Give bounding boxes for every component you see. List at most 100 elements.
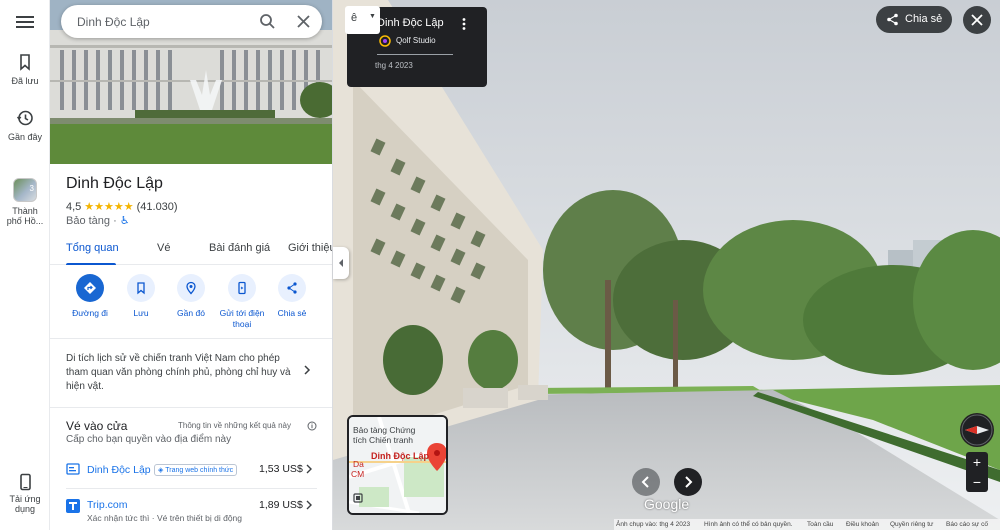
rail-item-label: Đã lưu xyxy=(11,76,39,86)
city-thumbnail: 3 xyxy=(13,178,37,202)
phone-icon xyxy=(20,473,31,491)
category-separator: · xyxy=(113,215,117,227)
publisher-icon xyxy=(379,35,391,47)
place-description[interactable]: Di tích lịch sử về chiến tranh Việt Nam … xyxy=(66,352,294,394)
directions-button-circle xyxy=(76,274,104,302)
ticket-subtitle: Xác nhận tức thì · Vé trên thiết bị di đ… xyxy=(87,513,243,523)
divider xyxy=(66,488,317,489)
save-button[interactable]: Lưu xyxy=(113,274,169,319)
map-label: tích Chiến tranh xyxy=(353,435,414,445)
footer-link-report[interactable]: Báo cáo sự cố xyxy=(946,521,988,528)
directions-label: Đường đi xyxy=(72,308,108,318)
copyright-text: Hình ảnh có thể có bản quyền. xyxy=(704,521,793,528)
ticket-row[interactable]: Dinh Độc Lập ◈ Trang web chính thức 1,53… xyxy=(50,456,332,486)
next-photo-button[interactable] xyxy=(674,468,702,496)
more-vert-icon[interactable] xyxy=(459,17,469,31)
review-count[interactable]: (41.030) xyxy=(137,201,178,213)
chevron-left-icon xyxy=(339,259,343,267)
tab-tickets[interactable]: Vé xyxy=(157,242,170,254)
category-label[interactable]: Bảo tàng xyxy=(66,215,110,227)
divider xyxy=(50,407,332,408)
tab-indicator xyxy=(66,263,116,265)
capture-date: thg 4 2023 xyxy=(375,61,413,70)
collapse-panel-button[interactable] xyxy=(333,247,349,279)
chevron-right-icon[interactable] xyxy=(302,364,312,376)
place-title: Dinh Độc Lập xyxy=(66,175,163,192)
rail-item-label: dụng xyxy=(14,504,36,514)
tickets-info-link[interactable]: Thông tin về những kết quả này xyxy=(178,421,291,430)
nearby-button-circle xyxy=(177,274,205,302)
ticket-row[interactable]: Trip.com 1,89 US$ Xác nhận tức thì · Vé … xyxy=(50,494,332,528)
badge-label: Trang web chính thức xyxy=(165,467,234,474)
place-category: Bảo tàng · ♿ xyxy=(66,214,130,227)
street-view-menu-button[interactable]: ê ▼ xyxy=(345,6,380,34)
footer-link-global[interactable]: Toàn cầu xyxy=(807,521,833,528)
bookmark-icon xyxy=(137,282,145,295)
footer-link-terms[interactable]: Điều khoản xyxy=(846,521,879,528)
place-panel: Dinh Độc Lập 4,5 ★★★★★ (41.030) Bảo tàng… xyxy=(50,0,333,530)
mini-map[interactable]: Bảo tàng Chứng tích Chiến tranh Dinh Độc… xyxy=(347,415,448,515)
close-icon xyxy=(971,14,983,26)
menu-icon[interactable] xyxy=(14,12,36,32)
ticket-icon xyxy=(66,463,80,475)
rating-value: 4,5 xyxy=(66,200,82,213)
layers-icon[interactable] xyxy=(353,493,363,503)
tab-about[interactable]: Giới thiệu xyxy=(288,242,332,254)
map-label: CM xyxy=(351,469,365,479)
rail-item-get-app[interactable]: Tải ứng dụng xyxy=(0,472,50,514)
ticket-price: 1,89 US$ xyxy=(259,499,303,511)
zoom-in-button[interactable]: + xyxy=(966,452,988,472)
tab-reviews[interactable]: Bài đánh giá xyxy=(209,242,270,254)
search-icon[interactable] xyxy=(259,13,276,30)
action-buttons: Đường đi Lưu Gần đó Gửi tới điện thoại C… xyxy=(60,274,325,334)
compass-button[interactable] xyxy=(960,413,994,447)
tab-overview[interactable]: Tổng quan xyxy=(66,242,119,254)
share-icon xyxy=(887,13,898,26)
tickets-heading: Vé vào cửa xyxy=(66,419,128,433)
publisher-name[interactable]: Qolf Studio xyxy=(396,36,436,45)
star-rating-icon: ★★★★★ xyxy=(84,201,134,213)
glyph-label: ê xyxy=(351,12,358,24)
zoom-out-button[interactable]: − xyxy=(966,472,988,492)
compass-icon xyxy=(961,414,993,446)
save-button-circle xyxy=(127,274,155,302)
phone-icon xyxy=(238,281,246,295)
map-label: Bảo tàng Chứng xyxy=(353,425,416,435)
share-place-button[interactable]: Chia sẻ xyxy=(264,274,320,319)
rail-item-label: Thành xyxy=(12,206,38,216)
chevron-left-icon xyxy=(641,476,649,488)
zoom-controls: + − xyxy=(966,452,988,492)
info-icon[interactable] xyxy=(307,421,317,431)
previous-photo-button[interactable] xyxy=(632,468,660,496)
left-rail: Đã lưu Gần đây 3 Thành phố Hồ... Tải ứng… xyxy=(0,0,50,530)
footer-link-privacy[interactable]: Quyền riêng tư xyxy=(890,521,933,528)
chevron-right-icon xyxy=(685,476,693,488)
nearby-label: Gần đó xyxy=(177,308,205,318)
nearby-button[interactable]: Gần đó xyxy=(163,274,219,319)
dropdown-caret-icon: ▼ xyxy=(369,13,376,20)
send-to-phone-label: Gửi tới điện thoại xyxy=(219,308,265,329)
divider xyxy=(377,54,453,55)
place-rating: 4,5 ★★★★★ (41.030) xyxy=(66,200,178,214)
rail-item-city[interactable]: 3 Thành phố Hồ... xyxy=(0,178,50,226)
search-box[interactable] xyxy=(61,5,322,38)
directions-button[interactable]: Đường đi xyxy=(62,274,118,319)
search-input[interactable] xyxy=(77,5,247,38)
chevron-right-icon xyxy=(306,464,312,474)
share-button[interactable]: Chia sẻ xyxy=(876,6,952,33)
ticket-provider-name: Trip.com xyxy=(87,499,128,511)
ticket-provider-name: Dinh Độc Lập xyxy=(87,464,151,476)
rail-item-recent[interactable]: Gần đây xyxy=(0,108,50,142)
send-to-phone-button[interactable]: Gửi tới điện thoại xyxy=(214,274,270,329)
close-street-view-button[interactable] xyxy=(963,6,991,34)
directions-icon xyxy=(84,282,96,294)
history-icon xyxy=(16,110,33,126)
rail-item-label: Tải ứng xyxy=(9,494,41,504)
nearby-icon xyxy=(186,281,196,295)
city-badge: 3 xyxy=(29,184,34,193)
rail-item-saved[interactable]: Đã lưu xyxy=(0,52,50,86)
save-label: Lưu xyxy=(133,308,149,318)
share-icon xyxy=(287,282,297,294)
map-footer: Ảnh chụp vào: thg 4 2023 Hình ảnh có thể… xyxy=(614,519,1000,530)
close-icon[interactable] xyxy=(295,13,312,30)
